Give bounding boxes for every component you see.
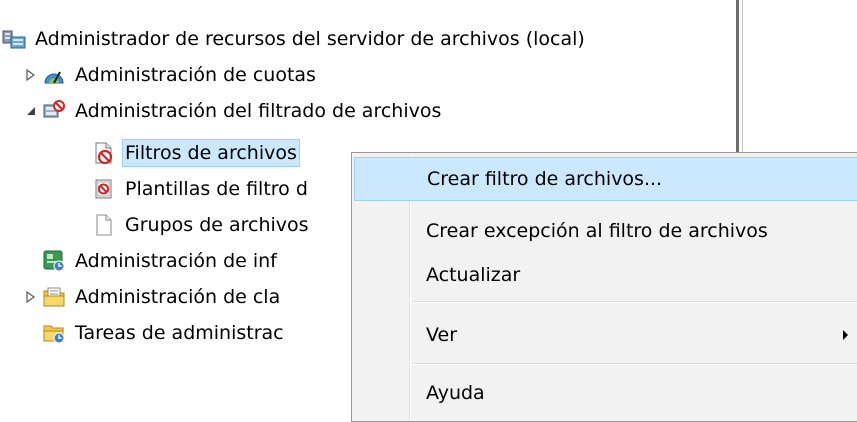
storage-reports-icon <box>43 250 65 272</box>
tree-item-tareas[interactable]: Tareas de administrac <box>42 318 287 348</box>
file-server-resource-manager-icon <box>2 30 26 49</box>
tree-item-label: Administración de cuotas <box>75 64 316 86</box>
tree-root-fsrm[interactable]: Administrador de recursos del servidor d… <box>2 24 588 54</box>
classification-management-icon <box>43 287 65 307</box>
tree-item-label: Administración de cla <box>75 286 281 308</box>
tree-item-cuotas[interactable]: Administración de cuotas <box>42 60 319 90</box>
file-management-tasks-icon <box>43 325 65 344</box>
chevron-right-icon <box>26 291 36 303</box>
submenu-arrow-icon <box>843 330 848 340</box>
tree-item-informes[interactable]: Administración de inf <box>42 246 280 276</box>
menu-item-crear-excepcion[interactable]: Crear excepción al filtro de archivos <box>354 209 857 253</box>
tree-item-grupos-archivos[interactable]: Grupos de archivos <box>92 210 312 240</box>
quota-management-icon <box>44 71 64 84</box>
menu-item-label: Ver <box>426 324 458 346</box>
chevron-right-icon <box>26 69 36 81</box>
menu-separator-highlight <box>414 302 857 303</box>
menu-item-label: Ayuda <box>426 382 485 404</box>
expand-cuotas-button[interactable] <box>24 68 38 82</box>
pane-splitter[interactable] <box>736 0 739 152</box>
tree-item-plantillas-filtro[interactable]: Plantillas de filtro d <box>92 174 311 204</box>
expand-clasificacion-button[interactable] <box>24 290 38 304</box>
tree-item-label: Plantillas de filtro d <box>125 178 308 200</box>
pane-splitter-highlight <box>742 0 743 152</box>
tree-item-label: Tareas de administrac <box>75 322 284 344</box>
tree-item-label: Administración de inf <box>75 250 277 272</box>
tree-item-filtrado[interactable]: Administración del filtrado de archivos <box>42 96 444 126</box>
menu-item-crear-filtro[interactable]: Crear filtro de archivos... <box>354 157 857 201</box>
menu-item-label: Actualizar <box>426 264 521 286</box>
context-menu: Crear filtro de archivos... Crear excepc… <box>351 152 857 422</box>
menu-separator-highlight <box>414 364 857 365</box>
file-group-icon <box>96 214 112 236</box>
tree-item-clasificacion[interactable]: Administración de cla <box>42 282 283 312</box>
tree-item-filtros-archivos[interactable]: Filtros de archivos <box>92 138 300 168</box>
menu-item-ver[interactable]: Ver <box>354 313 857 357</box>
collapse-filtrado-button[interactable] <box>24 104 38 118</box>
tree-item-label: Grupos de archivos <box>125 214 309 236</box>
tree-item-label: Administración del filtrado de archivos <box>75 100 442 122</box>
menu-item-actualizar[interactable]: Actualizar <box>354 253 857 297</box>
tree-item-label: Filtros de archivos <box>122 139 300 167</box>
expanded-triangle-icon <box>27 107 35 115</box>
file-screen-template-icon <box>95 179 112 199</box>
menu-item-ayuda[interactable]: Ayuda <box>354 371 857 415</box>
tree-root-label: Administrador de recursos del servidor d… <box>35 28 585 50</box>
file-screening-management-icon <box>43 100 65 118</box>
menu-item-label: Crear filtro de archivos... <box>427 168 663 190</box>
file-screen-icon <box>95 142 113 165</box>
menu-item-label: Crear excepción al filtro de archivos <box>426 220 768 242</box>
